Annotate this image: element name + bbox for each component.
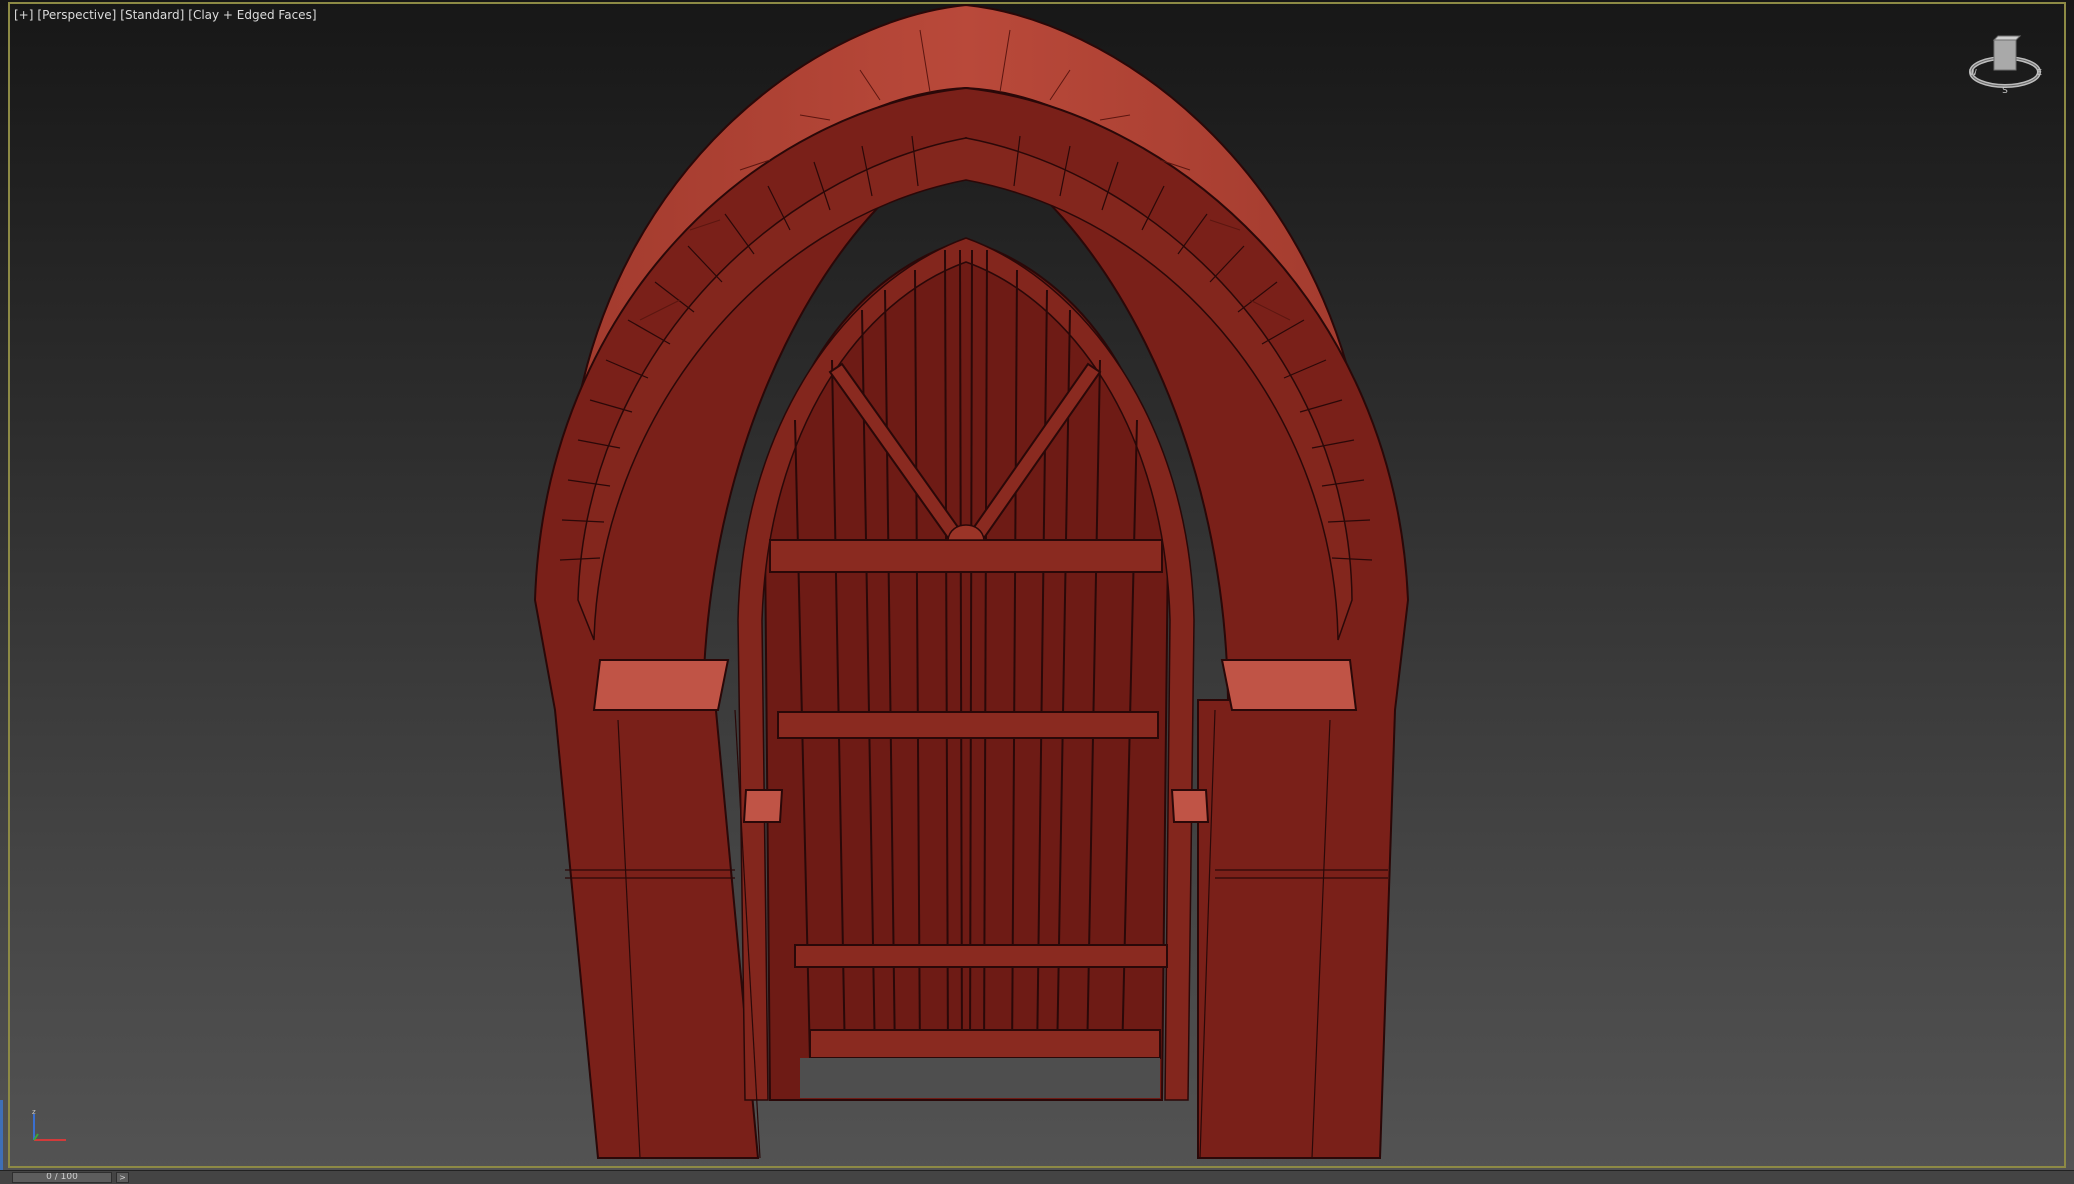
viewport-plus-menu[interactable]: [+] (14, 8, 33, 22)
time-slider[interactable]: 0 / 100 (12, 1172, 112, 1183)
axis-z-label: z (32, 1108, 36, 1116)
viewport-shading-standard-menu[interactable]: [Standard] (120, 8, 184, 22)
viewport-pov-menu[interactable]: [Perspective] (37, 8, 116, 22)
compass-west: W (1969, 68, 1977, 77)
viewport-shading-mode-menu[interactable]: [Clay + Edged Faces] (188, 8, 316, 22)
door-base (800, 1058, 1160, 1098)
perspective-viewport[interactable]: [+] [Perspective] [Standard] [Clay + Edg… (0, 0, 2074, 1170)
timeline-bar: 0 / 100 > (0, 1170, 2074, 1184)
compass-east: E (2037, 68, 2042, 77)
viewport-label-menu[interactable]: [+] [Perspective] [Standard] [Clay + Edg… (14, 8, 317, 22)
viewcube-icon[interactable]: S W E (1965, 30, 2045, 110)
compass-south: S (2002, 86, 2008, 96)
time-slider-next-button[interactable]: > (116, 1172, 129, 1183)
left-panel-edge (0, 1100, 3, 1170)
gothic-arch-model[interactable] (0, 0, 2074, 1170)
axis-tripod-icon: z (32, 1108, 66, 1141)
